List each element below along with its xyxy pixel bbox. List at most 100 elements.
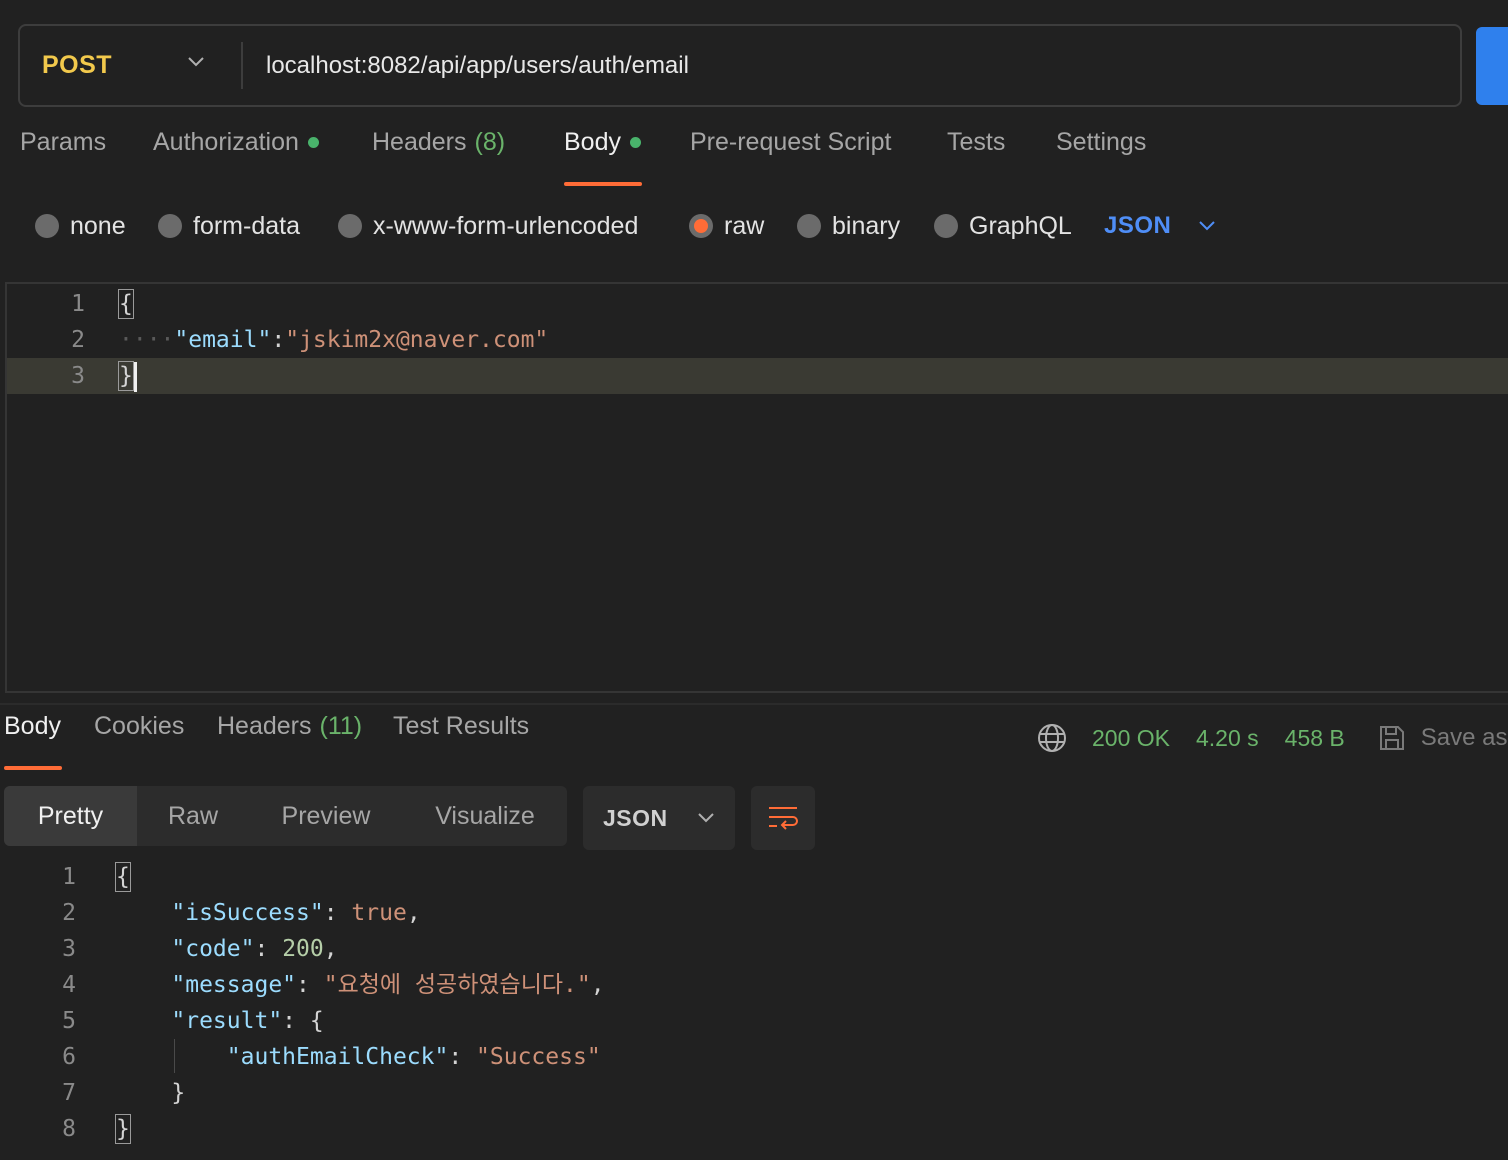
- response-tab-cookies[interactable]: Cookies: [94, 712, 184, 770]
- response-format-select[interactable]: JSON: [583, 786, 735, 850]
- line-number: 5: [62, 1008, 76, 1034]
- open-brace: {: [115, 862, 131, 892]
- radio-circle[interactable]: [338, 214, 362, 238]
- radio-x-www-form-urlencoded[interactable]: x-www-form-urlencoded: [338, 200, 638, 252]
- json-value: "요청에 성공하였습니다.": [323, 972, 591, 998]
- response-body-viewer[interactable]: 1 { 2 "isSuccess": true, 3 "code": 200, …: [0, 859, 1508, 1160]
- response-tabs: Body Cookies Headers (11) Test Results 2…: [0, 712, 1508, 772]
- response-tab-test-results[interactable]: Test Results: [393, 712, 529, 770]
- json-key: "authEmailCheck": [226, 1044, 449, 1070]
- view-pretty-button[interactable]: Pretty: [4, 786, 137, 846]
- tab-label: Settings: [1056, 128, 1147, 156]
- active-tab-indicator: [564, 182, 642, 186]
- radio-form-data[interactable]: form-data: [158, 200, 300, 252]
- request-body-editor[interactable]: 1 { 2 ····"email":"jskim2x@naver.com" 3 …: [5, 282, 1508, 693]
- tab-settings[interactable]: Settings: [1056, 128, 1146, 186]
- language-select[interactable]: JSON: [1104, 200, 1217, 252]
- line-number: 4: [62, 972, 76, 998]
- tab-tests[interactable]: Tests: [947, 128, 1005, 186]
- method-label: POST: [42, 51, 113, 79]
- radio-raw[interactable]: raw: [689, 200, 764, 252]
- json-brace: {: [309, 1008, 324, 1034]
- view-raw-button[interactable]: Raw: [137, 786, 249, 846]
- url-divider: [241, 42, 243, 89]
- chevron-down-icon: [697, 813, 714, 823]
- json-brace: }: [171, 1080, 186, 1106]
- radio-circle[interactable]: [158, 214, 182, 238]
- response-time[interactable]: 4.20 s: [1196, 725, 1259, 752]
- code-line: 4 "message": "요청에 성공하였습니다.",: [0, 967, 1508, 1003]
- view-visualize-button[interactable]: Visualize: [403, 786, 567, 846]
- send-button[interactable]: [1476, 27, 1508, 105]
- active-tab-indicator: [4, 766, 62, 770]
- json-colon: :: [271, 327, 286, 353]
- open-brace: {: [118, 289, 134, 319]
- line-number: 2: [71, 327, 85, 353]
- radio-label: none: [70, 211, 126, 240]
- response-view-modes: Pretty Raw Preview Visualize: [4, 786, 567, 846]
- close-brace: }: [118, 361, 134, 391]
- radio-binary[interactable]: binary: [797, 200, 900, 252]
- line-number: 3: [62, 936, 76, 962]
- json-key: "message": [171, 972, 297, 998]
- line-number: 8: [62, 1116, 76, 1142]
- radio-none[interactable]: none: [35, 200, 126, 252]
- code-line: 2 ····"email":"jskim2x@naver.com": [7, 322, 1508, 358]
- json-value: "jskim2x@naver.com": [285, 327, 549, 353]
- tab-params[interactable]: Params: [20, 128, 106, 186]
- status-dot: [629, 137, 641, 148]
- code-line: 2 "isSuccess": true,: [0, 895, 1508, 931]
- code-line: 6 "authEmailCheck": "Success": [0, 1039, 1508, 1075]
- tab-authorization[interactable]: Authorization: [153, 128, 319, 186]
- radio-graphql[interactable]: GraphQL: [934, 200, 1072, 252]
- line-number: 7: [62, 1080, 76, 1106]
- tab-label: Cookies: [94, 712, 185, 740]
- line-number: 6: [62, 1044, 76, 1070]
- line-number: 2: [62, 900, 76, 926]
- tab-label: Params: [20, 128, 107, 156]
- wrap-lines-button[interactable]: [751, 786, 815, 850]
- radio-label: GraphQL: [969, 211, 1072, 240]
- tab-body[interactable]: Body: [564, 128, 641, 186]
- url-input[interactable]: [266, 26, 1446, 105]
- method-select[interactable]: POST: [20, 26, 242, 105]
- radio-label: binary: [832, 211, 901, 240]
- tab-headers[interactable]: Headers (8): [372, 128, 505, 186]
- tab-label: Headers: [217, 712, 312, 740]
- url-bar: POST: [18, 24, 1462, 107]
- tab-label: Authorization: [153, 128, 299, 156]
- response-size[interactable]: 458 B: [1285, 725, 1345, 752]
- tab-label: Body: [564, 128, 621, 156]
- chevron-down-icon: [1199, 221, 1216, 231]
- save-as-button[interactable]: Save as: [1377, 723, 1508, 753]
- headers-count: (8): [474, 128, 506, 156]
- view-preview-button[interactable]: Preview: [249, 786, 403, 846]
- json-value: true: [351, 900, 407, 926]
- radio-label: x-www-form-urlencoded: [373, 211, 639, 240]
- code-line: 3 "code": 200,: [0, 931, 1508, 967]
- save-icon: [1379, 726, 1404, 750]
- json-key: "result": [171, 1008, 283, 1034]
- panel-divider[interactable]: [0, 703, 1508, 705]
- code-line: 5 "result": {: [0, 1003, 1508, 1039]
- tab-label: Tests: [947, 128, 1006, 156]
- radio-circle[interactable]: [934, 214, 958, 238]
- language-label: JSON: [1104, 212, 1172, 239]
- code-line: 1 {: [7, 286, 1508, 322]
- line-number: 3: [71, 363, 85, 389]
- body-type-selector: none form-data x-www-form-urlencoded raw…: [0, 200, 1508, 252]
- json-value: "Success": [476, 1044, 601, 1070]
- line-number: 1: [71, 291, 85, 317]
- radio-circle[interactable]: [797, 214, 821, 238]
- status-dot: [307, 137, 319, 148]
- save-as-label: Save as: [1420, 724, 1508, 751]
- response-tab-headers[interactable]: Headers (11): [217, 712, 362, 770]
- radio-circle[interactable]: [35, 214, 59, 238]
- tab-pre-request-script[interactable]: Pre-request Script: [690, 128, 891, 186]
- json-key: "isSuccess": [171, 900, 324, 926]
- code-line: 7 }: [0, 1075, 1508, 1111]
- response-tab-body[interactable]: Body: [4, 712, 61, 770]
- globe-icon[interactable]: [1036, 722, 1068, 754]
- radio-circle-checked[interactable]: [689, 214, 713, 238]
- status-code[interactable]: 200 OK: [1092, 725, 1170, 752]
